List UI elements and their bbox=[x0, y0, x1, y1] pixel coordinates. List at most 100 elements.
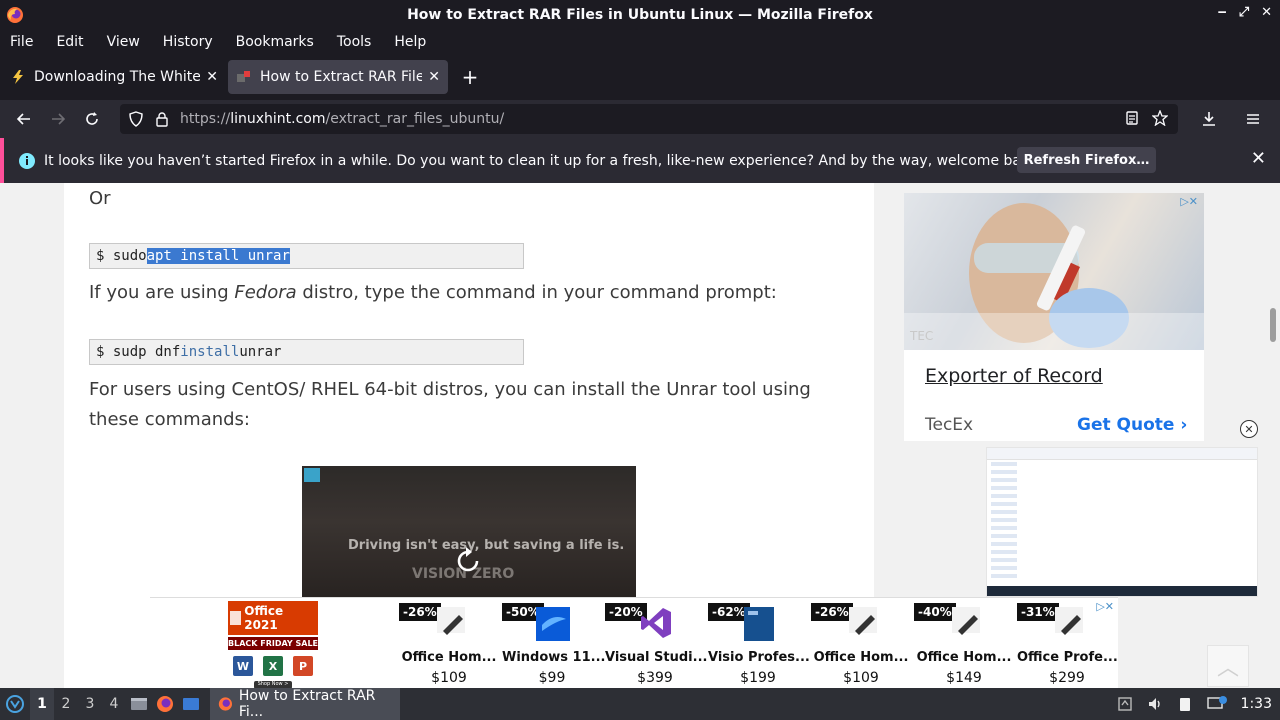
desktop-taskbar: 1 2 3 4 How to Extract RAR Fi... 1:33 bbox=[0, 688, 1280, 720]
workspace-1[interactable]: 1 bbox=[30, 688, 54, 720]
product-name: Office Hom... bbox=[813, 650, 909, 665]
video-ad[interactable]: Driving isn't easy, but saving a life is… bbox=[302, 466, 636, 606]
ad-title[interactable]: Exporter of Record bbox=[925, 365, 1103, 387]
office-logo-icon bbox=[230, 611, 242, 625]
adchoices-icon[interactable]: ▷✕ bbox=[1096, 600, 1114, 613]
refresh-firefox-button[interactable]: Refresh Firefox… bbox=[1017, 147, 1156, 173]
firefox-icon bbox=[218, 697, 233, 711]
product-card[interactable]: -31% Office Profe... $299 bbox=[1017, 603, 1118, 687]
product-card[interactable]: -40% Office Hom... $149 bbox=[914, 603, 1014, 687]
thumbnail-taskbar bbox=[987, 586, 1257, 596]
sidebar-ad[interactable]: TEC ▷✕ Exporter of Record TecEx Get Quot… bbox=[904, 193, 1204, 441]
hamburger-icon bbox=[1247, 114, 1259, 124]
minimize-button[interactable]: ‒ bbox=[1218, 5, 1227, 20]
forward-arrow-icon bbox=[52, 113, 66, 125]
url-domain: linuxhint.com bbox=[230, 111, 326, 127]
menu-view[interactable]: View bbox=[107, 34, 151, 50]
screenshot-thumbnail[interactable] bbox=[986, 447, 1258, 597]
lock-icon[interactable] bbox=[154, 111, 170, 127]
file-manager-launcher[interactable] bbox=[126, 688, 152, 720]
get-quote-button[interactable]: Get Quote › bbox=[1077, 415, 1187, 435]
terminal-launcher[interactable] bbox=[178, 688, 204, 720]
tab-downloading[interactable]: Downloading The White I ✕ bbox=[2, 60, 226, 94]
info-icon bbox=[19, 152, 35, 169]
firefox-icon bbox=[157, 696, 173, 712]
workspace-3[interactable]: 3 bbox=[78, 688, 102, 720]
thumbnail-toolbar bbox=[987, 448, 1257, 460]
product-card[interactable]: -26% Office Hom... $109 bbox=[399, 603, 499, 687]
close-notification-icon[interactable]: ✕ bbox=[1251, 148, 1266, 169]
back-button[interactable] bbox=[7, 104, 41, 134]
lightning-icon bbox=[13, 70, 23, 84]
address-bar[interactable]: https://linuxhint.com/extract_rar_files_… bbox=[120, 104, 1178, 134]
thumbnail-sidebar bbox=[991, 462, 1017, 582]
excel-icon: X bbox=[263, 656, 283, 676]
product-name: Office Hom... bbox=[401, 650, 497, 665]
close-tab-icon[interactable]: ✕ bbox=[428, 69, 440, 85]
tracking-shield-icon[interactable] bbox=[128, 111, 144, 127]
product-name: Office Profe... bbox=[1017, 650, 1118, 665]
tab-title: Downloading The White I bbox=[34, 69, 201, 85]
office-box-icon bbox=[1055, 607, 1083, 635]
download-icon bbox=[1203, 112, 1215, 126]
downloads-button[interactable] bbox=[1192, 104, 1226, 134]
tab-extract-rar[interactable]: How to Extract RAR Files ✕ bbox=[228, 60, 448, 94]
close-ad-icon[interactable]: ✕ bbox=[1240, 420, 1258, 438]
new-tab-button[interactable]: + bbox=[454, 61, 486, 93]
ad-advertiser: TecEx bbox=[925, 415, 974, 435]
office-2021-promo[interactable]: Office 2021 BLACK FRIDAY SALE W X P Shop… bbox=[228, 601, 318, 689]
navigation-toolbar: https://linuxhint.com/extract_rar_files_… bbox=[0, 100, 1280, 138]
menu-tools[interactable]: Tools bbox=[337, 34, 383, 50]
page-scrollbar[interactable] bbox=[1270, 308, 1276, 342]
menu-history[interactable]: History bbox=[163, 34, 224, 50]
code-keyword: install bbox=[180, 344, 240, 360]
product-price: $99 bbox=[538, 670, 566, 686]
workspace-4[interactable]: 4 bbox=[102, 688, 126, 720]
menu-bar: File Edit View History Bookmarks Tools H… bbox=[0, 30, 1280, 54]
taskbar-window-firefox[interactable]: How to Extract RAR Fi... bbox=[210, 688, 400, 720]
firefox-launcher[interactable] bbox=[152, 688, 178, 720]
product-card[interactable]: -50% Windows 11... $99 bbox=[502, 603, 606, 687]
product-card[interactable]: -62% Visio Profes... $199 bbox=[708, 603, 810, 687]
ad-photo: TEC bbox=[904, 193, 1204, 350]
selected-command[interactable]: apt install unrar bbox=[146, 248, 290, 264]
forward-button[interactable] bbox=[41, 104, 75, 134]
network-icon[interactable] bbox=[1206, 696, 1227, 712]
clipboard-icon[interactable] bbox=[1177, 696, 1193, 712]
office-box-icon bbox=[437, 607, 465, 635]
workspace-2[interactable]: 2 bbox=[54, 688, 78, 720]
maximize-button[interactable]: ⤢ bbox=[1239, 5, 1249, 20]
code-block-dnf[interactable]: $ sudp dnf install unrar bbox=[89, 339, 524, 365]
menu-edit[interactable]: Edit bbox=[56, 34, 94, 50]
close-window-button[interactable]: ✕ bbox=[1261, 5, 1272, 20]
scroll-to-top-button[interactable]: ︿ bbox=[1207, 645, 1249, 687]
product-name: Windows 11... bbox=[502, 650, 606, 665]
bottom-banner-ad[interactable]: Office 2021 BLACK FRIDAY SALE W X P Shop… bbox=[150, 597, 1118, 689]
reload-button[interactable] bbox=[75, 104, 109, 134]
menu-file[interactable]: File bbox=[10, 34, 44, 50]
code-block-apt[interactable]: $ sudo apt install unrar bbox=[89, 243, 524, 269]
start-menu-button[interactable] bbox=[0, 688, 30, 720]
replay-icon[interactable] bbox=[452, 544, 484, 576]
product-card[interactable]: -20% Visual Studi... $399 bbox=[605, 603, 707, 687]
menu-bookmarks[interactable]: Bookmarks bbox=[236, 34, 325, 50]
word-icon: W bbox=[233, 656, 253, 676]
app-menu-button[interactable] bbox=[1236, 104, 1270, 134]
firefox-icon bbox=[7, 7, 23, 23]
updates-icon[interactable] bbox=[1117, 696, 1133, 712]
code-prompt: $ sudp dnf bbox=[96, 344, 181, 360]
adchoices-icon[interactable]: ▷✕ bbox=[1180, 195, 1198, 208]
bookmark-star-icon[interactable] bbox=[1152, 110, 1168, 126]
system-tray: 1:33 bbox=[1117, 688, 1280, 720]
volume-icon[interactable] bbox=[1147, 696, 1163, 712]
product-name: Office Hom... bbox=[916, 650, 1012, 665]
menu-help[interactable]: Help bbox=[394, 34, 437, 50]
product-price: $199 bbox=[740, 670, 776, 686]
powerpoint-icon: P bbox=[293, 656, 313, 676]
windows-11-icon bbox=[536, 607, 570, 641]
text-fedora-em: Fedora bbox=[234, 282, 297, 303]
product-card[interactable]: -26% Office Hom... $109 bbox=[811, 603, 911, 687]
url-text[interactable]: https://linuxhint.com/extract_rar_files_… bbox=[180, 111, 504, 127]
close-tab-icon[interactable]: ✕ bbox=[206, 69, 218, 85]
reader-view-icon[interactable] bbox=[1124, 110, 1140, 126]
